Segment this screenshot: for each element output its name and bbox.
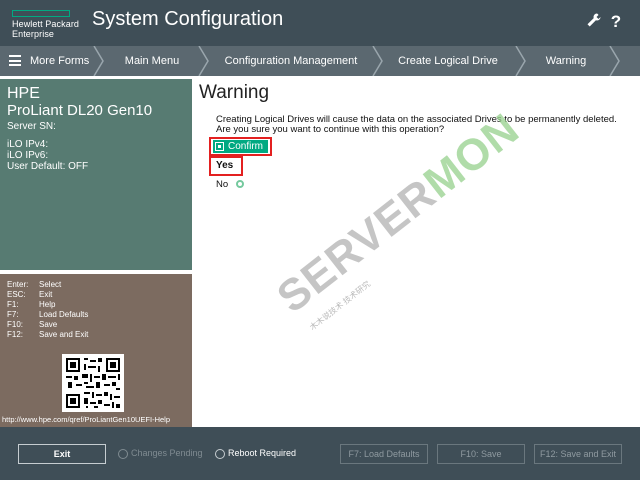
server-serial: Server SN: — [7, 121, 56, 132]
no-radio-icon[interactable] — [236, 180, 244, 188]
chevron-right-icon — [609, 46, 620, 76]
system-model: ProLiant DL20 Gen10 — [7, 102, 153, 119]
key-row: F1: Help — [7, 300, 56, 309]
qr-code-icon — [62, 354, 124, 412]
user-default-status: User Default: OFF — [7, 161, 89, 172]
page-header-title: System Configuration — [92, 8, 284, 30]
reboot-required-label: Reboot Required — [228, 448, 297, 458]
logo-line2: Enterprise — [12, 29, 55, 39]
key-row: F12: Save and Exit — [7, 330, 89, 339]
warning-message: Creating Logical Drives will cause the d… — [216, 114, 617, 135]
bottom-bar: Exit Changes Pending Reboot Required F7:… — [0, 427, 640, 480]
confirm-checkbox[interactable]: Confirm — [213, 140, 268, 153]
yes-highlight: Yes — [209, 156, 243, 176]
exit-button[interactable]: Exit — [18, 444, 106, 464]
hpe-logo: Hewlett Packard Enterprise — [12, 10, 79, 39]
help-url-link[interactable]: http://www.hpe.com/qref/ProLiantGen10UEF… — [2, 415, 170, 424]
logo-rectangle-icon — [12, 10, 70, 17]
main-content: Warning Creating Logical Drives will cau… — [192, 79, 640, 427]
load-defaults-button[interactable]: F7: Load Defaults — [340, 444, 428, 464]
confirm-label: Confirm — [228, 141, 264, 152]
ilo-ipv6: iLO IPv6: — [7, 150, 49, 161]
system-info-panel: HPE ProLiant DL20 Gen10 Server SN: iLO I… — [0, 79, 192, 270]
key-row: F7: Load Defaults — [7, 310, 89, 319]
key-row: F10: Save — [7, 320, 58, 329]
system-brand: HPE — [7, 85, 40, 102]
breadcrumb-warning[interactable]: Warning — [526, 46, 606, 76]
confirm-highlight: Confirm — [209, 137, 272, 156]
more-forms-button[interactable]: More Forms — [0, 46, 95, 76]
key-help-panel: Enter: Select ESC: Exit F1: Help F7: Load De… — [0, 274, 192, 427]
breadcrumb-create-logical-drive[interactable]: Create Logical Drive — [383, 46, 513, 76]
changes-pending-radio-icon — [118, 449, 128, 459]
breadcrumb-configuration-management[interactable]: Configuration Management — [209, 46, 373, 76]
key-row: ESC: Exit — [7, 290, 53, 299]
breadcrumb: More Forms Main Menu Configuration Manag… — [0, 46, 640, 76]
changes-pending-label: Changes Pending — [131, 448, 203, 458]
logo-line1: Hewlett Packard — [12, 19, 80, 29]
save-button[interactable]: F10: Save — [437, 444, 525, 464]
breadcrumb-main-menu[interactable]: Main Menu — [104, 46, 200, 76]
question-icon[interactable]: ? — [606, 12, 626, 32]
yes-option[interactable]: Yes — [216, 160, 233, 171]
key-row: Enter: Select — [7, 280, 62, 289]
ilo-ipv4: iLO IPv4: — [7, 139, 49, 150]
hamburger-menu-icon — [9, 55, 21, 66]
page-title: Warning — [199, 82, 270, 103]
no-option[interactable]: No — [216, 179, 228, 190]
reboot-required-radio-icon — [215, 449, 225, 459]
more-forms-label: More Forms — [30, 55, 90, 67]
wrench-icon[interactable] — [584, 12, 604, 32]
checkbox-checked-icon — [215, 142, 224, 151]
key-legend: Enter: Select ESC: Exit F1: Help F7: Load De… — [7, 280, 88, 340]
save-and-exit-button[interactable]: F12: Save and Exit — [534, 444, 622, 464]
top-header: Hewlett Packard Enterprise System Config… — [0, 0, 640, 46]
